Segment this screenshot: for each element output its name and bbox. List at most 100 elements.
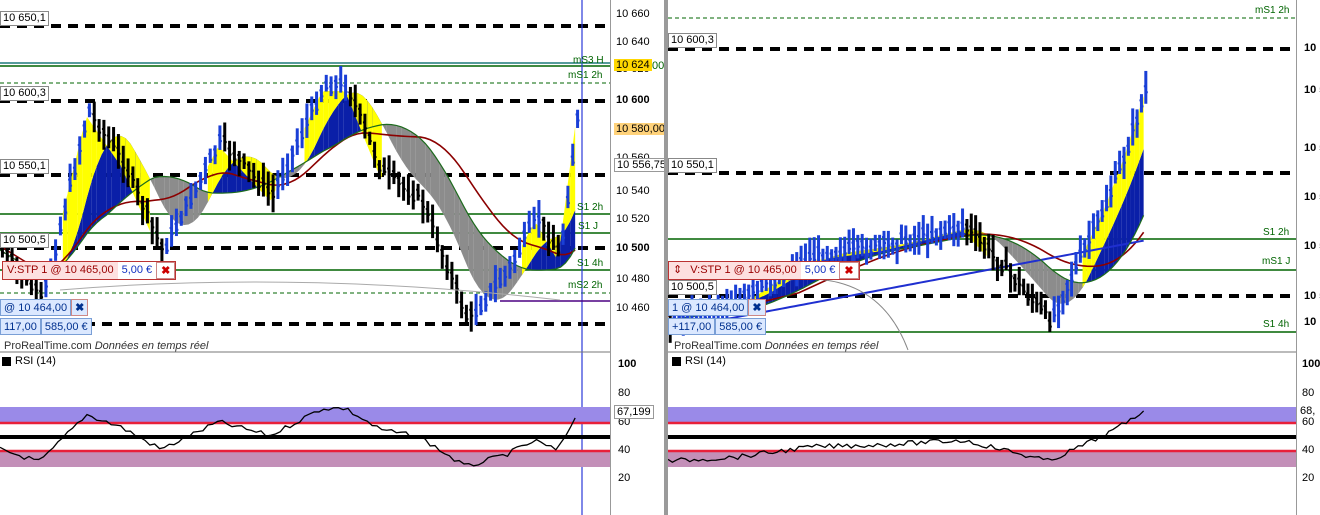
- axis-tick: 10: [1304, 42, 1317, 54]
- cloud-segment: [154, 176, 160, 199]
- axis-tick: 10 5: [1304, 240, 1320, 252]
- watermark-brand: ProRealTime.com: [674, 340, 762, 352]
- cloud-segment: [1126, 183, 1131, 250]
- axis-tick: 10 660: [616, 8, 650, 20]
- cloud-segment: [1038, 258, 1044, 292]
- axis-tick: 10 5: [1304, 290, 1320, 302]
- close-order-icon[interactable]: ✖: [156, 262, 176, 279]
- level-s1-2h: S1 2h: [577, 202, 604, 213]
- level-ms2-2h: mS2 2h: [568, 280, 603, 291]
- cloud-segment: [435, 156, 440, 209]
- axis-tick: 10: [1304, 316, 1317, 328]
- rsi-color-swatch: [2, 356, 11, 366]
- cloud-segment: [159, 176, 165, 208]
- cloud-segment: [396, 125, 402, 160]
- axis-tick: 10 640: [616, 36, 650, 48]
- current-price-tag: 10 624: [614, 59, 652, 71]
- left-chart-pane[interactable]: 10 650,1 10 600,3 10 550,1 10 500,5 mS3 …: [0, 0, 664, 515]
- stop-order-box[interactable]: V:STP 1 @ 10 465,00 5,00 € ✖: [2, 261, 177, 280]
- cloud-segment: [468, 215, 474, 280]
- position-pnl-money: 585,00 €: [40, 318, 92, 335]
- position-pnl-box: 117,00 585,00 €: [0, 318, 92, 335]
- axis-tick: 10 460: [616, 302, 650, 314]
- axis-tick: 10 520: [616, 213, 650, 225]
- cloud-segment: [1121, 194, 1127, 256]
- cloud-segment: [1008, 240, 1013, 257]
- right-price-chart[interactable]: [668, 0, 1320, 515]
- cloud-highlight: [207, 157, 213, 203]
- cloud-highlight: [570, 126, 576, 222]
- cloud-segment: [420, 138, 426, 189]
- level-label-600: 10 600,3: [668, 33, 717, 48]
- close-position-icon[interactable]: ✖: [71, 299, 89, 316]
- rsi-axis-tick: 80: [618, 387, 631, 399]
- cloud-segment: [473, 223, 479, 288]
- cloud-segment: [1139, 148, 1144, 226]
- rsi-axis-tick: 60: [1302, 416, 1315, 428]
- order-price-tag: 10 580,00: [614, 123, 664, 135]
- order-drag-icon[interactable]: ⇕: [669, 262, 687, 279]
- cloud-segment: [1078, 282, 1083, 294]
- cloud-segment: [169, 176, 174, 221]
- stop-order-amount: 5,00 €: [800, 262, 840, 279]
- close-order-icon[interactable]: ✖: [839, 262, 859, 279]
- axis-tick: 10 540: [616, 185, 650, 197]
- position-text[interactable]: 1 @ 10 464,00: [668, 299, 749, 316]
- watermark-brand: ProRealTime.com: [4, 340, 92, 352]
- axis-tick: 10 5: [1304, 84, 1320, 96]
- level-label-600: 10 600,3: [0, 86, 49, 101]
- right-chart-pane[interactable]: 10 600,3 10 550,1 10 500,5 mS1 2h S1 2h …: [668, 0, 1320, 515]
- left-price-chart[interactable]: [0, 0, 664, 515]
- position-box[interactable]: @ 10 464,00 ✖: [0, 299, 89, 316]
- rsi-oversold-band: [668, 451, 1296, 467]
- level-s1-2h: S1 2h: [1263, 227, 1290, 238]
- rsi-axis-tick: 100: [1302, 358, 1320, 370]
- cloud-segment: [439, 163, 445, 217]
- rsi-axis-tick: 20: [1302, 472, 1315, 484]
- rsi-title: RSI (14): [672, 355, 726, 367]
- stop-order-amount: 5,00 €: [117, 262, 157, 279]
- position-pnl-points: +117,00: [668, 318, 716, 335]
- cloud-segment: [425, 143, 431, 195]
- cloud-segment: [198, 188, 203, 218]
- axis-tick: 10 5: [1304, 191, 1320, 203]
- rsi-axis-tick: 20: [618, 472, 631, 484]
- stop-order-box[interactable]: ⇕ V:STP 1 @ 10 465,00 5,00 € ✖: [668, 261, 860, 280]
- cloud-segment: [96, 154, 102, 223]
- watermark-note: Données en temps réel: [764, 340, 879, 352]
- position-pnl-box: +117,00 585,00 €: [668, 318, 767, 335]
- position-text[interactable]: @ 10 464,00: [0, 299, 72, 316]
- watermark-note: Données en temps réel: [94, 340, 209, 352]
- cloud-segment: [483, 236, 489, 298]
- rsi-axis-tick: 40: [1302, 444, 1315, 456]
- level-ms1-j: mS1 J: [1262, 256, 1291, 267]
- level-s1-4h: S1 4h: [1263, 319, 1290, 330]
- cloud-segment: [517, 265, 522, 283]
- level-ms3h: mS3 H: [573, 55, 604, 66]
- axis-tick: 10 480: [616, 273, 650, 285]
- cloud-segment: [541, 241, 547, 271]
- stop-order-text[interactable]: V:STP 1 @ 10 465,00: [3, 262, 118, 279]
- level-s1-4h: S1 4h: [577, 258, 604, 269]
- cloud-segment: [1134, 161, 1140, 235]
- level-label-500: 10 500,5: [668, 280, 717, 295]
- close-position-icon[interactable]: ✖: [748, 299, 766, 316]
- last-price-tag: 10 556,75: [614, 158, 664, 172]
- position-pnl-points: 117,00: [0, 318, 41, 335]
- level-s1-j: S1 J: [578, 221, 599, 232]
- right-price-axis[interactable]: [1296, 0, 1320, 515]
- cloud-segment: [478, 230, 484, 294]
- stop-order-text[interactable]: V:STP 1 @ 10 465,00: [686, 262, 801, 279]
- axis-tick: 10 600: [616, 94, 650, 106]
- cloud-highlight: [367, 100, 373, 158]
- cloud-segment: [1047, 266, 1052, 301]
- left-price-axis[interactable]: [610, 0, 664, 515]
- cloud-segment: [343, 94, 348, 141]
- cloud-segment: [1030, 251, 1035, 282]
- rsi-axis-tick: 100: [618, 358, 637, 370]
- position-box[interactable]: 1 @ 10 464,00 ✖: [668, 299, 766, 316]
- rsi-label: RSI (14): [15, 355, 56, 367]
- watermark: ProRealTime.com Données en temps réel: [674, 340, 878, 352]
- cloud-segment: [406, 128, 411, 174]
- cloud-segment: [203, 190, 208, 211]
